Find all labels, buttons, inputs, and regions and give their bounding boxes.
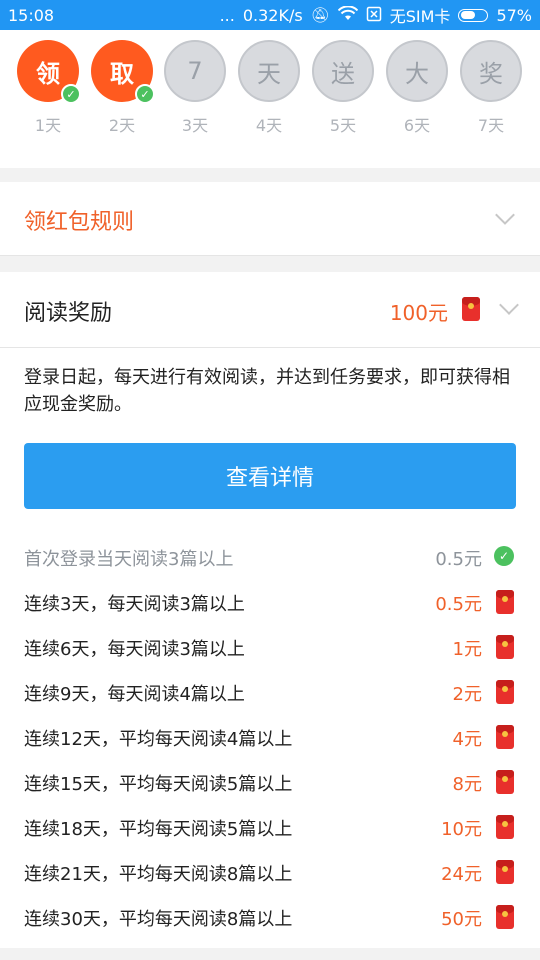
check-icon: ✓ bbox=[494, 545, 514, 566]
status-indicators: ... 0.32K/s 🔕︎ 无SIM卡 57% bbox=[220, 3, 532, 27]
day-label: 2天 bbox=[108, 116, 136, 135]
task-value: 24元 bbox=[441, 864, 482, 885]
red-packet-icon bbox=[462, 297, 480, 321]
task-value: 0.5元 bbox=[435, 549, 482, 570]
rules-section[interactable]: 领红包规则 bbox=[0, 182, 540, 256]
day-2[interactable]: 取 ✓ 2天 bbox=[90, 40, 155, 136]
task-row: 连续3天，每天阅读3篇以上 0.5元 bbox=[24, 585, 516, 619]
status-time: 15:08 bbox=[8, 5, 55, 25]
day-char: 奖 bbox=[479, 59, 503, 88]
day-circle: 领 ✓ bbox=[17, 40, 81, 104]
red-packet-icon bbox=[496, 815, 514, 843]
task-label: 连续3天，每天阅读3篇以上 bbox=[24, 594, 245, 615]
day-7[interactable]: 奖 7天 bbox=[459, 40, 523, 136]
red-packet-icon bbox=[496, 635, 514, 663]
day-char: 天 bbox=[257, 59, 281, 88]
battery-icon bbox=[458, 8, 489, 22]
day-circle: 送 bbox=[312, 40, 374, 102]
day-6[interactable]: 大 6天 bbox=[385, 40, 449, 136]
task-label: 连续9天，每天阅读4篇以上 bbox=[24, 684, 245, 705]
reward-amount: 100元 bbox=[389, 301, 448, 325]
rules-title: 领红包规则 bbox=[24, 210, 135, 235]
chevron-down-icon[interactable] bbox=[495, 205, 515, 225]
task-row: 连续18天，平均每天阅读5篇以上 10元 bbox=[24, 810, 516, 844]
task-row: 连续21天，平均每天阅读8篇以上 24元 bbox=[24, 855, 516, 889]
day-label: 6天 bbox=[403, 116, 431, 135]
status-dots: ... bbox=[219, 5, 235, 25]
day-char: 领 bbox=[36, 59, 60, 88]
checkin-days: 领 ✓ 1天取 ✓ 2天 7 3天天 4天送 5天大 6天奖 7天 bbox=[0, 30, 540, 168]
chevron-down-icon[interactable] bbox=[499, 295, 519, 315]
task-value: 10元 bbox=[441, 819, 482, 840]
battery-percent: 57% bbox=[496, 5, 532, 25]
task-label: 连续12天，平均每天阅读4篇以上 bbox=[24, 729, 293, 750]
task-value: 50元 bbox=[441, 909, 482, 930]
day-label: 7天 bbox=[477, 116, 505, 135]
red-packet-icon bbox=[496, 725, 514, 753]
reward-description: 登录日起，每天进行有效阅读，并达到任务要求，即可获得相应现金奖励。 bbox=[24, 367, 510, 415]
day-char: 取 bbox=[110, 59, 134, 88]
day-char: 送 bbox=[331, 59, 355, 88]
task-value: 2元 bbox=[452, 684, 482, 705]
day-5[interactable]: 送 5天 bbox=[311, 40, 375, 136]
check-icon: ✓ bbox=[135, 84, 155, 104]
red-packet-icon bbox=[496, 680, 514, 708]
red-packet-icon bbox=[496, 905, 514, 933]
reading-reward-section: 阅读奖励 100元 登录日起，每天进行有效阅读，并达到任务要求，即可获得相应现金… bbox=[0, 272, 540, 948]
task-label: 连续18天，平均每天阅读5篇以上 bbox=[24, 819, 293, 840]
day-char: 大 bbox=[405, 59, 429, 88]
no-sim-icon bbox=[366, 6, 382, 25]
day-label: 3天 bbox=[181, 116, 209, 135]
task-row: 连续15天，平均每天阅读5篇以上 8元 bbox=[24, 765, 516, 799]
task-label: 连续30天，平均每天阅读8篇以上 bbox=[24, 909, 293, 930]
view-details-button[interactable]: 查看详情 bbox=[24, 443, 516, 509]
day-1[interactable]: 领 ✓ 1天 bbox=[16, 40, 81, 136]
status-bar: 15:08 ... 0.32K/s 🔕︎ 无SIM卡 57% bbox=[0, 0, 540, 30]
sim-status: 无SIM卡 bbox=[389, 7, 451, 26]
day-circle: 大 bbox=[386, 40, 448, 102]
day-circle: 取 ✓ bbox=[91, 40, 155, 104]
task-row: 连续12天，平均每天阅读4篇以上 4元 bbox=[24, 720, 516, 754]
day-label: 1天 bbox=[34, 116, 62, 135]
mute-icon: 🔕︎ bbox=[310, 5, 330, 24]
task-label: 连续6天，每天阅读3篇以上 bbox=[24, 639, 245, 660]
day-circle: 奖 bbox=[460, 40, 522, 102]
day-4[interactable]: 天 4天 bbox=[237, 40, 301, 136]
day-circle: 天 bbox=[238, 40, 300, 102]
task-label: 首次登录当天阅读3篇以上 bbox=[24, 549, 234, 570]
task-value: 4元 bbox=[452, 729, 482, 750]
battery-level bbox=[460, 11, 476, 19]
day-circle: 7 bbox=[164, 40, 226, 102]
red-packet-icon bbox=[496, 590, 514, 618]
task-value: 0.5元 bbox=[435, 594, 482, 615]
wifi-icon bbox=[337, 4, 358, 25]
day-label: 5天 bbox=[329, 116, 357, 135]
task-value: 8元 bbox=[452, 774, 482, 795]
red-packet-icon bbox=[496, 860, 514, 888]
day-label: 4天 bbox=[255, 116, 283, 135]
task-row: 连续9天，每天阅读4篇以上 2元 bbox=[24, 675, 516, 709]
reward-title: 阅读奖励 bbox=[24, 301, 113, 326]
day-3[interactable]: 7 3天 bbox=[163, 40, 227, 136]
task-row: 连续6天，每天阅读3篇以上 1元 bbox=[24, 630, 516, 664]
task-label: 连续21天，平均每天阅读8篇以上 bbox=[24, 864, 293, 885]
task-row: 首次登录当天阅读3篇以上 0.5元 ✓ bbox=[24, 540, 516, 574]
task-value: 1元 bbox=[452, 639, 482, 660]
check-icon: ✓ bbox=[61, 84, 81, 104]
day-char: 7 bbox=[187, 57, 203, 85]
reward-header[interactable]: 阅读奖励 100元 bbox=[0, 272, 540, 348]
network-speed: 0.32K/s bbox=[242, 5, 303, 25]
red-packet-icon bbox=[496, 770, 514, 798]
task-row: 连续30天，平均每天阅读8篇以上 50元 bbox=[24, 900, 516, 934]
task-label: 连续15天，平均每天阅读5篇以上 bbox=[24, 774, 293, 795]
